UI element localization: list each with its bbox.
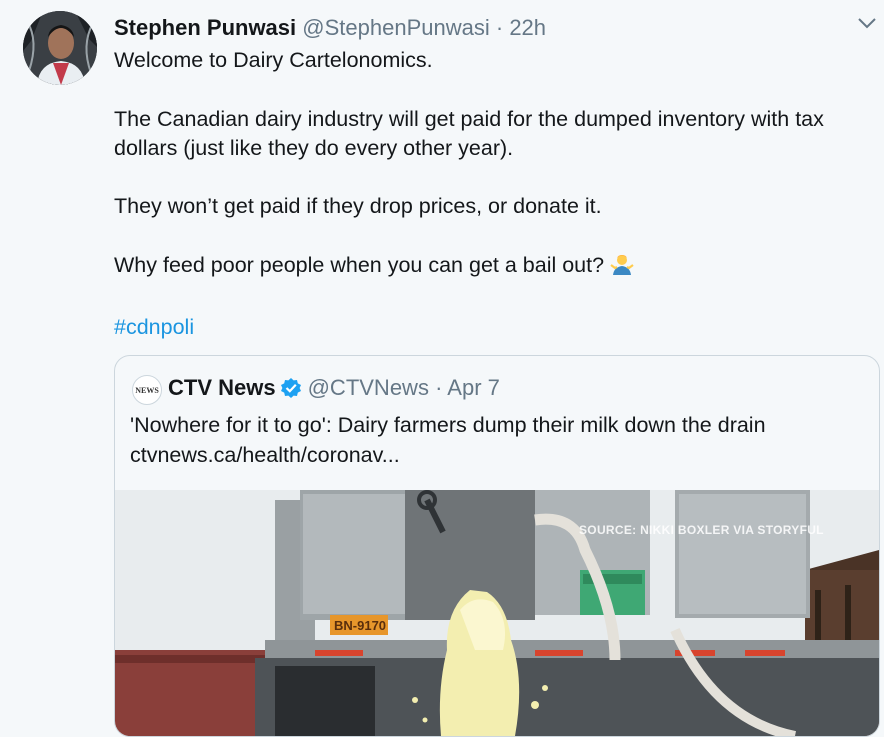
person-shrugging-emoji	[610, 252, 634, 284]
ctv-news-logo[interactable]: NEWS	[132, 375, 162, 405]
tweet-line: Why feed poor people when you can get a …	[114, 251, 864, 284]
author-name[interactable]: Stephen Punwasi	[114, 15, 296, 40]
quoted-tweet-header: CTV News @CTVNews · Apr 7	[168, 373, 500, 407]
tweet-line: Welcome to Dairy Cartelonomics.	[114, 48, 433, 72]
tweet-line: They won’t get paid if they drop prices,…	[114, 194, 602, 218]
tweet[interactable]: Stephen Punwasi @StephenPunwasi · 22h We…	[0, 0, 884, 737]
chevron-down-icon[interactable]	[856, 14, 878, 32]
verified-badge-icon	[280, 377, 302, 407]
tweet-line: The Canadian dairy industry will get pai…	[114, 106, 824, 160]
quoted-author-handle[interactable]: @CTVNews	[308, 375, 429, 400]
quoted-link[interactable]: ctvnews.ca/health/coronav...	[130, 440, 870, 470]
quoted-media-image[interactable]: BN-9170 SOURCE: NIKKI BOXLER VIA STORYFU…	[115, 490, 879, 736]
tweet-text: Welcome to Dairy Cartelonomics. The Cana…	[114, 46, 864, 342]
author-handle[interactable]: @StephenPunwasi	[302, 15, 489, 40]
hashtag-link[interactable]: #cdnpoli	[114, 315, 194, 339]
quoted-headline: 'Nowhere for it to go': Dairy farmers du…	[130, 413, 766, 437]
quoted-author-name[interactable]: CTV News	[168, 375, 276, 400]
quoted-timestamp[interactable]: Apr 7	[447, 375, 500, 400]
separator-dot: ·	[435, 375, 443, 400]
separator-dot: ·	[495, 15, 504, 40]
media-source-caption: SOURCE: NIKKI BOXLER VIA STORYFUL	[579, 523, 824, 537]
tweet-header: Stephen Punwasi @StephenPunwasi · 22h	[114, 13, 546, 43]
quoted-tweet-text: 'Nowhere for it to go': Dairy farmers du…	[130, 410, 870, 470]
hashtag-line: #cdnpoli	[114, 313, 864, 342]
license-plate: BN-9170	[334, 618, 386, 633]
avatar[interactable]	[23, 11, 97, 85]
tweet-timestamp[interactable]: 22h	[509, 15, 546, 40]
quoted-tweet[interactable]: NEWS CTV News @CTVNews · Apr 7 'Nowhere f…	[114, 355, 880, 737]
